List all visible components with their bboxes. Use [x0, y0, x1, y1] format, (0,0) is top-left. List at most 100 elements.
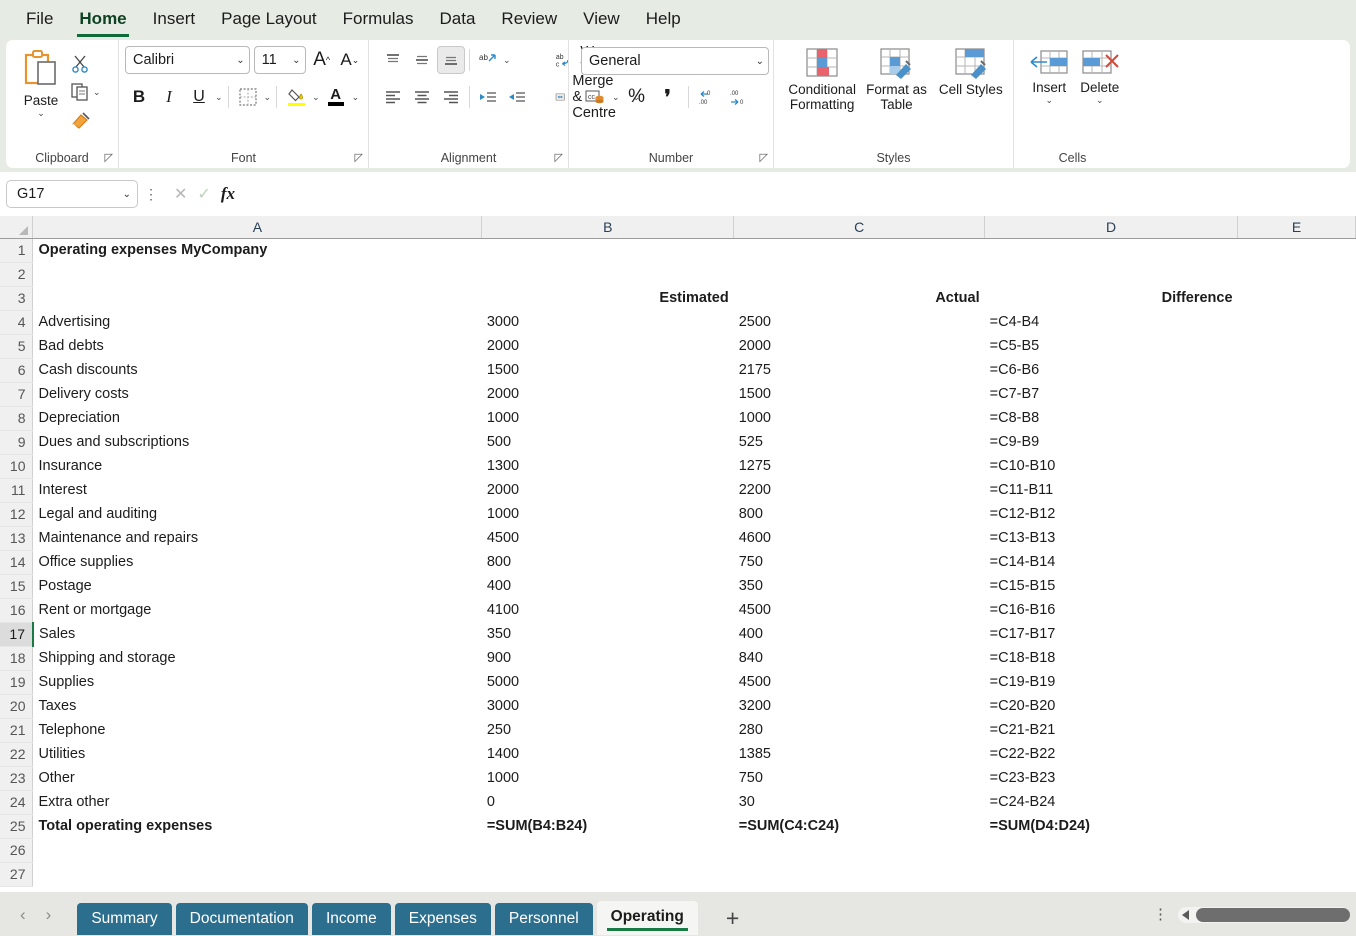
cell-c15[interactable]: 350 — [733, 574, 985, 598]
cell-c2[interactable] — [733, 262, 985, 286]
cell-a1[interactable]: Operating expenses MyCompany — [32, 238, 482, 262]
cell-d10[interactable]: =C10-B10 — [984, 454, 1238, 478]
cell-b4[interactable]: 3000 — [481, 310, 734, 334]
cell-a21[interactable]: Telephone — [32, 718, 482, 742]
align-bottom-button[interactable] — [437, 46, 465, 74]
cell-d22[interactable]: =C22-B22 — [984, 742, 1238, 766]
cell-a16[interactable]: Rent or mortgage — [32, 598, 482, 622]
underline-button[interactable]: U — [185, 83, 213, 111]
cell-a15[interactable]: Postage — [32, 574, 482, 598]
cell-b26[interactable] — [481, 838, 734, 862]
cell-e27[interactable] — [1237, 862, 1356, 886]
sheet-tab-personnel[interactable]: Personnel — [494, 903, 593, 935]
row-header-4[interactable]: 4 — [0, 310, 34, 335]
cell-e18[interactable] — [1237, 646, 1356, 670]
sheet-tab-operating[interactable]: Operating — [596, 901, 698, 935]
cell-c12[interactable]: 800 — [733, 502, 985, 526]
cell-d5[interactable]: =C5-B5 — [984, 334, 1238, 358]
cell-d21[interactable]: =C21-B21 — [984, 718, 1238, 742]
cell-d25[interactable]: =SUM(D4:D24) — [984, 814, 1238, 838]
ribbon-tab-view[interactable]: View — [571, 3, 632, 37]
cell-a24[interactable]: Extra other — [32, 790, 482, 814]
fill-color-button[interactable] — [282, 83, 310, 111]
font-color-button[interactable]: A — [322, 83, 350, 111]
cell-c5[interactable]: 2000 — [733, 334, 985, 358]
format-painter-button[interactable] — [70, 107, 101, 133]
cell-b5[interactable]: 2000 — [481, 334, 734, 358]
cell-e10[interactable] — [1237, 454, 1356, 478]
row-header-5[interactable]: 5 — [0, 334, 34, 359]
cell-d12[interactable]: =C12-B12 — [984, 502, 1238, 526]
cell-e8[interactable] — [1237, 406, 1356, 430]
row-header-24[interactable]: 24 — [0, 790, 34, 815]
cell-c9[interactable]: 525 — [733, 430, 985, 454]
cell-e13[interactable] — [1237, 526, 1356, 550]
cell-a19[interactable]: Supplies — [32, 670, 482, 694]
cell-c10[interactable]: 1275 — [733, 454, 985, 478]
cell-a26[interactable] — [32, 838, 482, 862]
cell-a25[interactable]: Total operating expenses — [32, 814, 482, 838]
confirm-entry-icon[interactable]: ✓ — [197, 184, 210, 204]
cell-b22[interactable]: 1400 — [481, 742, 734, 766]
cell-e11[interactable] — [1237, 478, 1356, 502]
cell-b19[interactable]: 5000 — [481, 670, 734, 694]
align-top-button[interactable] — [379, 46, 407, 74]
chevron-left-icon[interactable]: ‹ — [20, 905, 26, 925]
cell-e15[interactable] — [1237, 574, 1356, 598]
cell-a5[interactable]: Bad debts — [32, 334, 482, 358]
cell-b2[interactable] — [481, 262, 734, 286]
cell-b18[interactable]: 900 — [481, 646, 734, 670]
cell-e17[interactable] — [1237, 622, 1356, 646]
cell-d14[interactable]: =C14-B14 — [984, 550, 1238, 574]
bold-button[interactable]: B — [125, 83, 153, 111]
copy-button[interactable]: ⌄ — [70, 79, 101, 105]
cell-b6[interactable]: 1500 — [481, 358, 734, 382]
cell-a11[interactable]: Interest — [32, 478, 482, 502]
align-center-button[interactable] — [408, 83, 436, 111]
paste-button[interactable]: Paste ⌄ — [12, 45, 70, 146]
cell-e9[interactable] — [1237, 430, 1356, 454]
horizontal-scroll-thumb[interactable] — [1196, 908, 1350, 922]
column-header-d[interactable]: D — [984, 216, 1239, 239]
delete-chevron-down-icon[interactable]: ⌄ — [1096, 95, 1104, 106]
cell-b13[interactable]: 4500 — [481, 526, 734, 550]
cell-c8[interactable]: 1000 — [733, 406, 985, 430]
sheet-tab-documentation[interactable]: Documentation — [175, 903, 308, 935]
cell-a18[interactable]: Shipping and storage — [32, 646, 482, 670]
cell-d11[interactable]: =C11-B11 — [984, 478, 1238, 502]
sheet-tab-expenses[interactable]: Expenses — [394, 903, 491, 935]
insert-chevron-down-icon[interactable]: ⌄ — [1045, 95, 1053, 106]
row-header-8[interactable]: 8 — [0, 406, 34, 431]
cell-e22[interactable] — [1237, 742, 1356, 766]
cell-e2[interactable] — [1237, 262, 1356, 286]
ribbon-tab-data[interactable]: Data — [428, 3, 488, 37]
cell-d27[interactable] — [984, 862, 1238, 886]
cell-c26[interactable] — [733, 838, 985, 862]
cell-e7[interactable] — [1237, 382, 1356, 406]
align-middle-button[interactable] — [408, 46, 436, 74]
format-as-table-button[interactable]: Format as Table — [860, 45, 932, 146]
cell-b3[interactable]: Estimated — [481, 286, 734, 310]
cell-a4[interactable]: Advertising — [32, 310, 482, 334]
cell-d7[interactable]: =C7-B7 — [984, 382, 1238, 406]
cell-a12[interactable]: Legal and auditing — [32, 502, 482, 526]
cell-e1[interactable] — [1237, 238, 1356, 262]
cell-e16[interactable] — [1237, 598, 1356, 622]
row-header-11[interactable]: 11 — [0, 478, 34, 503]
clipboard-dialog-launcher[interactable]: ◸ — [105, 153, 113, 164]
percent-style-button[interactable]: % — [623, 83, 651, 111]
borders-chevron-down-icon[interactable]: ⌄ — [264, 92, 272, 103]
align-right-button[interactable] — [437, 83, 465, 111]
row-header-22[interactable]: 22 — [0, 742, 34, 767]
cell-e19[interactable] — [1237, 670, 1356, 694]
ribbon-tab-page-layout[interactable]: Page Layout — [209, 3, 328, 37]
cell-b12[interactable]: 1000 — [481, 502, 734, 526]
cell-b27[interactable] — [481, 862, 734, 886]
ribbon-tab-help[interactable]: Help — [634, 3, 693, 37]
cell-b20[interactable]: 3000 — [481, 694, 734, 718]
accounting-format-button[interactable]: cc — [581, 83, 609, 111]
cell-d9[interactable]: =C9-B9 — [984, 430, 1238, 454]
cell-c13[interactable]: 4600 — [733, 526, 985, 550]
cell-c23[interactable]: 750 — [733, 766, 985, 790]
cell-b21[interactable]: 250 — [481, 718, 734, 742]
